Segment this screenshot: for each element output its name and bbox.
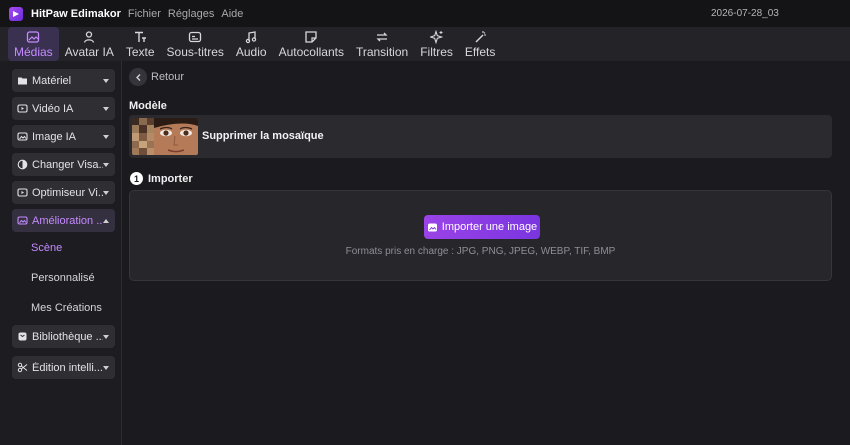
back-button[interactable]: [129, 68, 147, 86]
chevron-left-icon: [135, 73, 140, 81]
import-dropzone[interactable]: Importer une image Formats pris en charg…: [129, 190, 832, 281]
subtitles-icon: [189, 31, 202, 43]
media-toolbar: Médias Avatar IA Texte Sous-titres Audio…: [0, 27, 850, 61]
tab-transition[interactable]: Transition: [350, 27, 414, 61]
project-timestamp: 2026-07-28_03: [711, 8, 779, 19]
sidebar-item-edition-intelligente[interactable]: Édition intelli...: [12, 356, 115, 379]
chevron-up-icon: [103, 218, 109, 223]
transition-icon: [376, 32, 388, 42]
tab-sous-titres[interactable]: Sous-titres: [161, 27, 230, 61]
sidebar-subitem-scene[interactable]: Scène: [31, 242, 62, 254]
tab-label: Avatar IA: [64, 45, 114, 59]
text-icon: [135, 31, 147, 42]
tab-label: Transition: [355, 45, 409, 59]
tab-label: Effets: [464, 45, 496, 59]
sidebar-item-amelioration[interactable]: Amélioration ...: [12, 209, 115, 232]
step-number-badge: 1: [130, 172, 143, 185]
sidebar-item-changer-visage[interactable]: Changer Visa...: [12, 153, 115, 176]
tab-label: Texte: [125, 45, 155, 59]
sidebar-item-materiel[interactable]: Matériel: [12, 69, 115, 92]
sidebar-item-label: Image IA: [32, 130, 77, 143]
sidebar-item-optimiseur[interactable]: Optimiseur Vi...: [12, 181, 115, 204]
sidebar-item-bibliotheque[interactable]: Bibliothèque ...: [12, 325, 115, 348]
menu-fichier[interactable]: Fichier: [128, 8, 161, 20]
sidebar-subitem-personnalise[interactable]: Personnalisé: [31, 272, 95, 284]
title-bar: HitPaw Edimakor Fichier Réglages Aide 20…: [0, 0, 850, 27]
library-icon: [18, 332, 27, 341]
app-title: HitPaw Edimakor: [31, 7, 121, 20]
enhance-icon: [17, 216, 28, 225]
sidebar-item-label: Changer Visa...: [32, 158, 103, 171]
image-ai-icon: [17, 132, 28, 141]
tab-label: Audio: [235, 45, 267, 59]
tab-texte[interactable]: Texte: [120, 27, 161, 61]
chevron-down-icon: [103, 190, 109, 195]
import-button-label: Importer une image: [441, 221, 538, 233]
supported-formats-text: Formats pris en charge : JPG, PNG, JPEG,…: [345, 246, 616, 257]
app-logo-icon: [9, 6, 23, 21]
import-section-title: Importer: [148, 173, 193, 185]
chevron-down-icon: [103, 334, 109, 339]
avatar-icon: [84, 31, 95, 43]
chevron-down-icon: [103, 365, 109, 370]
chevron-down-icon: [103, 106, 109, 111]
music-icon: [246, 31, 257, 44]
tab-label: Autocollants: [278, 45, 344, 59]
optimizer-icon: [17, 188, 28, 197]
add-image-icon: [427, 223, 437, 231]
magic-wand-icon: [475, 31, 487, 43]
face-swap-icon: [17, 159, 28, 170]
tab-audio[interactable]: Audio: [230, 27, 273, 61]
chevron-down-icon: [103, 78, 109, 83]
tab-label: Sous-titres: [166, 45, 224, 59]
main-panel: Retour Modèle Supprimer la mosaïque 1 Im…: [122, 61, 850, 445]
tab-avatar-ia[interactable]: Avatar IA: [59, 27, 120, 61]
tab-effets[interactable]: Effets: [459, 27, 501, 61]
sidebar-item-label: Optimiseur Vi...: [32, 186, 103, 199]
tab-autocollants[interactable]: Autocollants: [273, 27, 350, 61]
sidebar-item-label: Vidéo IA: [32, 102, 74, 115]
sidebar-subitem-mes-creations[interactable]: Mes Créations: [31, 302, 102, 314]
tab-filtres[interactable]: Filtres: [414, 27, 459, 61]
chevron-down-icon: [103, 162, 109, 167]
model-section-title: Modèle: [129, 100, 167, 112]
tab-label: Médias: [14, 45, 53, 59]
sidebar-item-label: Édition intelli...: [32, 361, 103, 374]
sticker-icon: [305, 31, 317, 43]
menu-reglages[interactable]: Réglages: [168, 8, 214, 20]
tab-medias[interactable]: Médias: [8, 27, 59, 61]
sidebar-item-label: Amélioration ...: [32, 214, 103, 227]
model-name: Supprimer la mosaïque: [202, 130, 324, 142]
sparkle-icon: [429, 30, 443, 44]
left-sidebar: Matériel Vidéo IA Image IA Changer Visa.…: [0, 61, 122, 445]
video-ai-icon: [17, 104, 28, 113]
sidebar-item-label: Matériel: [32, 74, 72, 87]
back-label[interactable]: Retour: [151, 71, 184, 83]
sidebar-item-image-ia[interactable]: Image IA: [12, 125, 115, 148]
scissors-icon: [17, 362, 28, 373]
folder-icon: [18, 77, 27, 85]
menu-aide[interactable]: Aide: [221, 8, 243, 20]
sidebar-item-label: Bibliothèque ...: [32, 330, 103, 343]
tab-label: Filtres: [420, 45, 453, 59]
sidebar-item-video-ia[interactable]: Vidéo IA: [12, 97, 115, 120]
import-image-button[interactable]: Importer une image: [424, 215, 540, 239]
model-card[interactable]: Supprimer la mosaïque: [129, 115, 832, 158]
chevron-down-icon: [103, 134, 109, 139]
image-icon: [27, 31, 40, 43]
model-thumbnail: [132, 118, 198, 155]
